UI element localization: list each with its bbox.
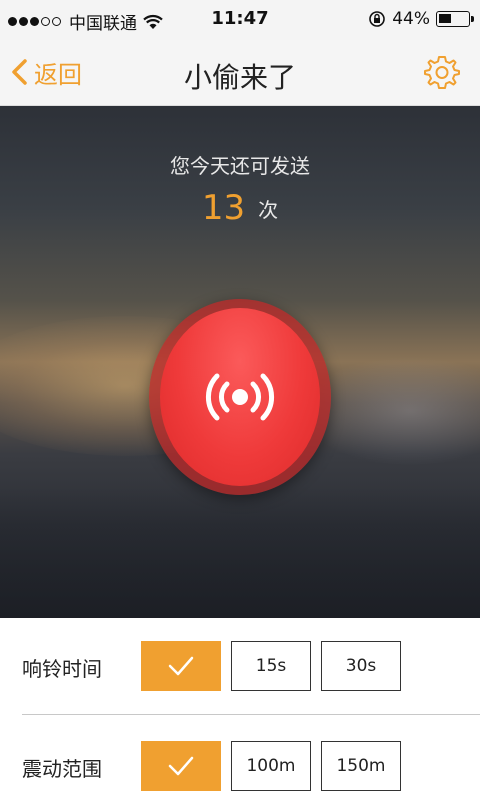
remaining-unit: 次 <box>258 197 279 222</box>
rotation-lock-icon <box>369 11 386 27</box>
status-bar: 中国联通 11:47 44% <box>0 0 480 40</box>
settings-button[interactable] <box>424 54 460 90</box>
ring-time-default-option[interactable] <box>141 641 221 691</box>
remaining-row: 13 次 <box>0 188 480 228</box>
ring-time-option-30s[interactable]: 30s <box>321 641 401 691</box>
alarm-button[interactable] <box>160 308 320 486</box>
remaining-count: 13 <box>201 188 246 228</box>
vibrate-range-label: 震动范围 <box>22 757 102 781</box>
battery-level <box>439 14 451 23</box>
checkmark-icon <box>168 756 194 776</box>
vibrate-range-default-option[interactable] <box>141 741 221 791</box>
battery-percent: 44% <box>392 9 430 29</box>
background-shade <box>0 486 480 618</box>
gear-icon <box>424 56 460 89</box>
hero-panel: 您今天还可发送 13 次 <box>0 106 480 618</box>
ring-time-option-15s[interactable]: 15s <box>231 641 311 691</box>
vibrate-range-row: 震动范围 100m 150m <box>0 741 480 791</box>
vibrate-range-option-150m[interactable]: 150m <box>321 741 401 791</box>
checkmark-icon <box>168 656 194 676</box>
ring-time-label: 响铃时间 <box>22 657 102 681</box>
ring-time-row: 响铃时间 15s 30s <box>0 641 480 691</box>
nav-bar: 返回 小偷来了 <box>0 40 480 106</box>
vibrate-range-option-100m[interactable]: 100m <box>231 741 311 791</box>
remaining-label: 您今天还可发送 <box>170 154 310 178</box>
divider <box>22 714 480 715</box>
page-title: 小偷来了 <box>183 61 296 94</box>
options-panel: 响铃时间 15s 30s 震动范围 100m 150m <box>0 618 480 800</box>
broadcast-icon <box>205 373 275 421</box>
battery-icon <box>436 11 474 27</box>
status-right: 44% <box>368 9 474 29</box>
